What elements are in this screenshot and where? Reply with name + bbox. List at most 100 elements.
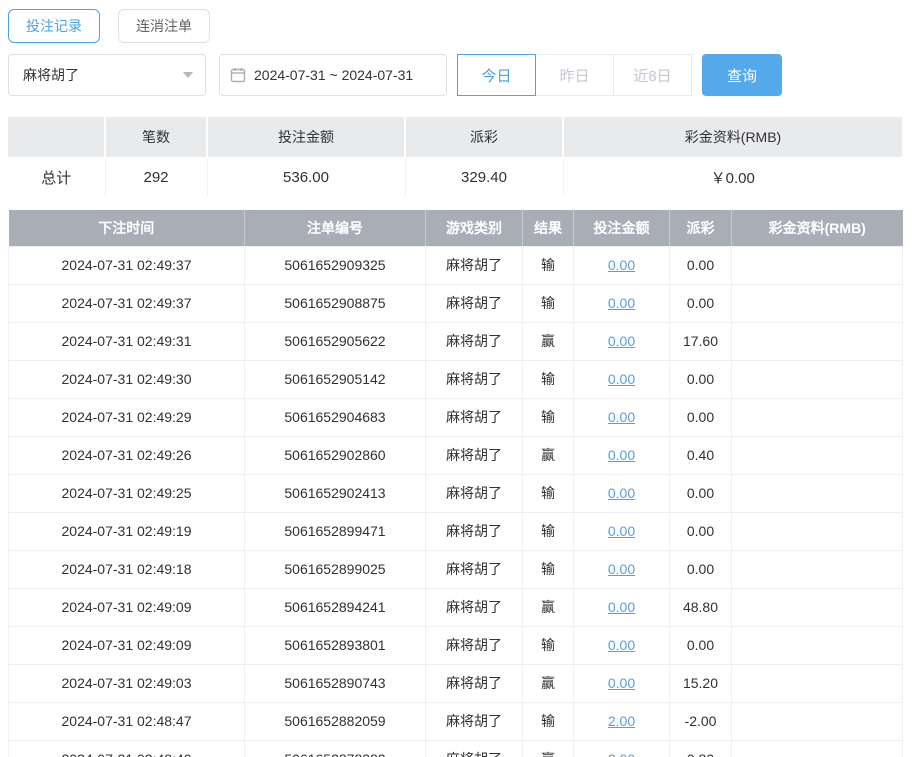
bet-amount-link[interactable]: 0.00 <box>608 333 635 349</box>
game-select-value: 麻将胡了 <box>23 67 79 83</box>
bet-amount-link[interactable]: 0.00 <box>608 675 635 691</box>
cell-payout: 0.00 <box>669 473 732 513</box>
cell-bet-time: 2024-07-31 02:49:30 <box>8 359 245 399</box>
summary-header-cell <box>8 117 106 157</box>
cell-order-id: 5061652908875 <box>244 283 426 323</box>
cell-bet-time: 2024-07-31 02:49:03 <box>8 663 245 703</box>
cell-result: 输 <box>522 359 574 399</box>
cell-game-type: 麻将胡了 <box>425 397 523 437</box>
tab-cancelled-orders[interactable]: 连消注单 <box>118 9 210 43</box>
summary-count: 292 <box>105 157 208 197</box>
records-header-cell: 结果 <box>522 210 574 246</box>
cell-bonus <box>731 397 903 437</box>
cell-bet-time: 2024-07-31 02:49:29 <box>8 397 245 437</box>
cell-bet-amount: 0.00 <box>573 511 670 551</box>
cell-result: 输 <box>522 397 574 437</box>
bet-amount-link[interactable]: 0.00 <box>608 637 635 653</box>
records-table: 下注时间 注单编号 游戏类别 结果 投注金额 派彩 彩金资料(RMB) 2024-07-31… <box>8 210 903 757</box>
summary-payout: 329.40 <box>405 157 564 197</box>
bet-amount-link[interactable]: 0.00 <box>608 295 635 311</box>
date-range-picker[interactable]: 2024-07-31 ~ 2024-07-31 <box>219 54 447 96</box>
summary-header-cell: 投注金额 <box>207 117 406 157</box>
cell-result: 输 <box>522 625 574 665</box>
summary-bonus: ￥0.00 <box>710 169 755 187</box>
summary-header-row: 笔数 投注金额 派彩 彩金资料(RMB) <box>8 117 902 157</box>
yesterday-button[interactable]: 昨日 <box>535 54 614 96</box>
bet-amount-link[interactable]: 2.00 <box>608 751 635 757</box>
bet-amount-link[interactable]: 0.00 <box>608 257 635 273</box>
cell-game-type: 麻将胡了 <box>425 473 523 513</box>
table-row: 2024-07-31 02:49:09 5061652893801 麻将胡了输 0.0… <box>8 625 903 665</box>
bet-amount-link[interactable]: 2.00 <box>608 713 635 729</box>
table-row: 2024-07-31 02:49:31 5061652905622 麻将胡了赢 0.0… <box>8 321 903 361</box>
cell-order-id: 5061652894241 <box>244 587 426 627</box>
summary-header-cell: 派彩 <box>405 117 564 157</box>
bet-amount-link[interactable]: 0.00 <box>608 409 635 425</box>
date-range-value: 2024-07-31 ~ 2024-07-31 <box>254 67 414 83</box>
game-select[interactable]: 麻将胡了 <box>8 54 206 96</box>
bet-amount-link[interactable]: 0.00 <box>608 371 635 387</box>
bet-amount-link[interactable]: 0.00 <box>608 447 635 463</box>
cell-game-type: 麻将胡了 <box>425 321 523 361</box>
bet-amount-link[interactable]: 0.00 <box>608 485 635 501</box>
cell-game-type: 麻将胡了 <box>425 511 523 551</box>
summary-header-cell: 笔数 <box>105 117 208 157</box>
bet-amount-link[interactable]: 0.00 <box>608 561 635 577</box>
cell-result: 赢 <box>522 587 574 627</box>
cell-result: 输 <box>522 549 574 589</box>
summary-total-row: 总计 292 536.00 329.40 ￥0.00 <box>8 157 902 197</box>
cell-payout: 0.00 <box>669 549 732 589</box>
search-button[interactable]: 查询 <box>702 54 782 96</box>
cell-order-id: 5061652909325 <box>244 245 426 285</box>
cell-bet-time: 2024-07-31 02:49:25 <box>8 473 245 513</box>
summary-total-label: 总计 <box>8 157 106 197</box>
cell-bet-time: 2024-07-31 02:49:37 <box>8 245 245 285</box>
cell-bet-time: 2024-07-31 02:48:40 <box>8 739 245 757</box>
cell-order-id: 5061652882059 <box>244 701 426 741</box>
table-row: 2024-07-31 02:49:26 5061652902860 麻将胡了赢 0.0… <box>8 435 903 475</box>
cell-bet-time: 2024-07-31 02:49:09 <box>8 625 245 665</box>
cell-bonus <box>731 473 903 513</box>
table-row: 2024-07-31 02:49:37 5061652909325 麻将胡了输 0.0… <box>8 245 903 285</box>
table-row: 2024-07-31 02:48:405061652878382麻将胡了赢 2.0… <box>8 739 903 757</box>
cell-result: 输 <box>522 245 574 285</box>
cell-result: 输 <box>522 511 574 551</box>
cell-bet-time: 2024-07-31 02:49:19 <box>8 511 245 551</box>
cell-bet-amount: 0.00 <box>573 397 670 437</box>
last-8-days-button[interactable]: 近8日 <box>613 54 692 96</box>
cell-bet-time: 2024-07-31 02:49:18 <box>8 549 245 589</box>
cell-result: 输 <box>522 701 574 741</box>
cell-result: 赢 <box>522 663 574 703</box>
cell-bet-amount: 0.00 <box>573 587 670 627</box>
cell-bet-amount: 0.00 <box>573 359 670 399</box>
cell-bonus <box>731 663 903 703</box>
cell-bet-amount: 0.00 <box>573 663 670 703</box>
cell-order-id: 5061652905622 <box>244 321 426 361</box>
cell-payout: 0.00 <box>669 511 732 551</box>
tab-bet-records[interactable]: 投注记录 <box>8 9 100 43</box>
today-button[interactable]: 今日 <box>457 54 536 96</box>
cell-bonus <box>731 739 903 757</box>
cell-result: 赢 <box>522 321 574 361</box>
cell-payout: 0.80 <box>669 739 732 757</box>
cell-payout: 15.20 <box>669 663 732 703</box>
table-row: 2024-07-31 02:49:25 5061652902413 麻将胡了输 0.0… <box>8 473 903 513</box>
cell-bonus <box>731 435 903 475</box>
cell-order-id: 5061652890743 <box>244 663 426 703</box>
cell-result: 赢 <box>522 435 574 475</box>
table-row: 2024-07-31 02:49:19 5061652899471 麻将胡了输 0.0… <box>8 511 903 551</box>
bet-amount-link[interactable]: 0.00 <box>608 523 635 539</box>
cell-bonus <box>731 625 903 665</box>
bet-amount-link[interactable]: 0.00 <box>608 599 635 615</box>
cell-bet-amount: 0.00 <box>573 283 670 323</box>
chevron-down-icon <box>183 72 193 78</box>
cell-payout: 0.00 <box>669 359 732 399</box>
records-header-cell: 注单编号 <box>244 210 426 246</box>
cell-payout: 17.60 <box>669 321 732 361</box>
quick-date-buttons: 今日 昨日 近8日 <box>457 54 692 96</box>
cell-game-type: 麻将胡了 <box>425 359 523 399</box>
records-header-cell: 投注金额 <box>573 210 670 246</box>
summary-bet-amount: 536.00 <box>207 157 406 197</box>
cell-bonus <box>731 511 903 551</box>
table-row: 2024-07-31 02:49:30 5061652905142 麻将胡了输 0.0… <box>8 359 903 399</box>
